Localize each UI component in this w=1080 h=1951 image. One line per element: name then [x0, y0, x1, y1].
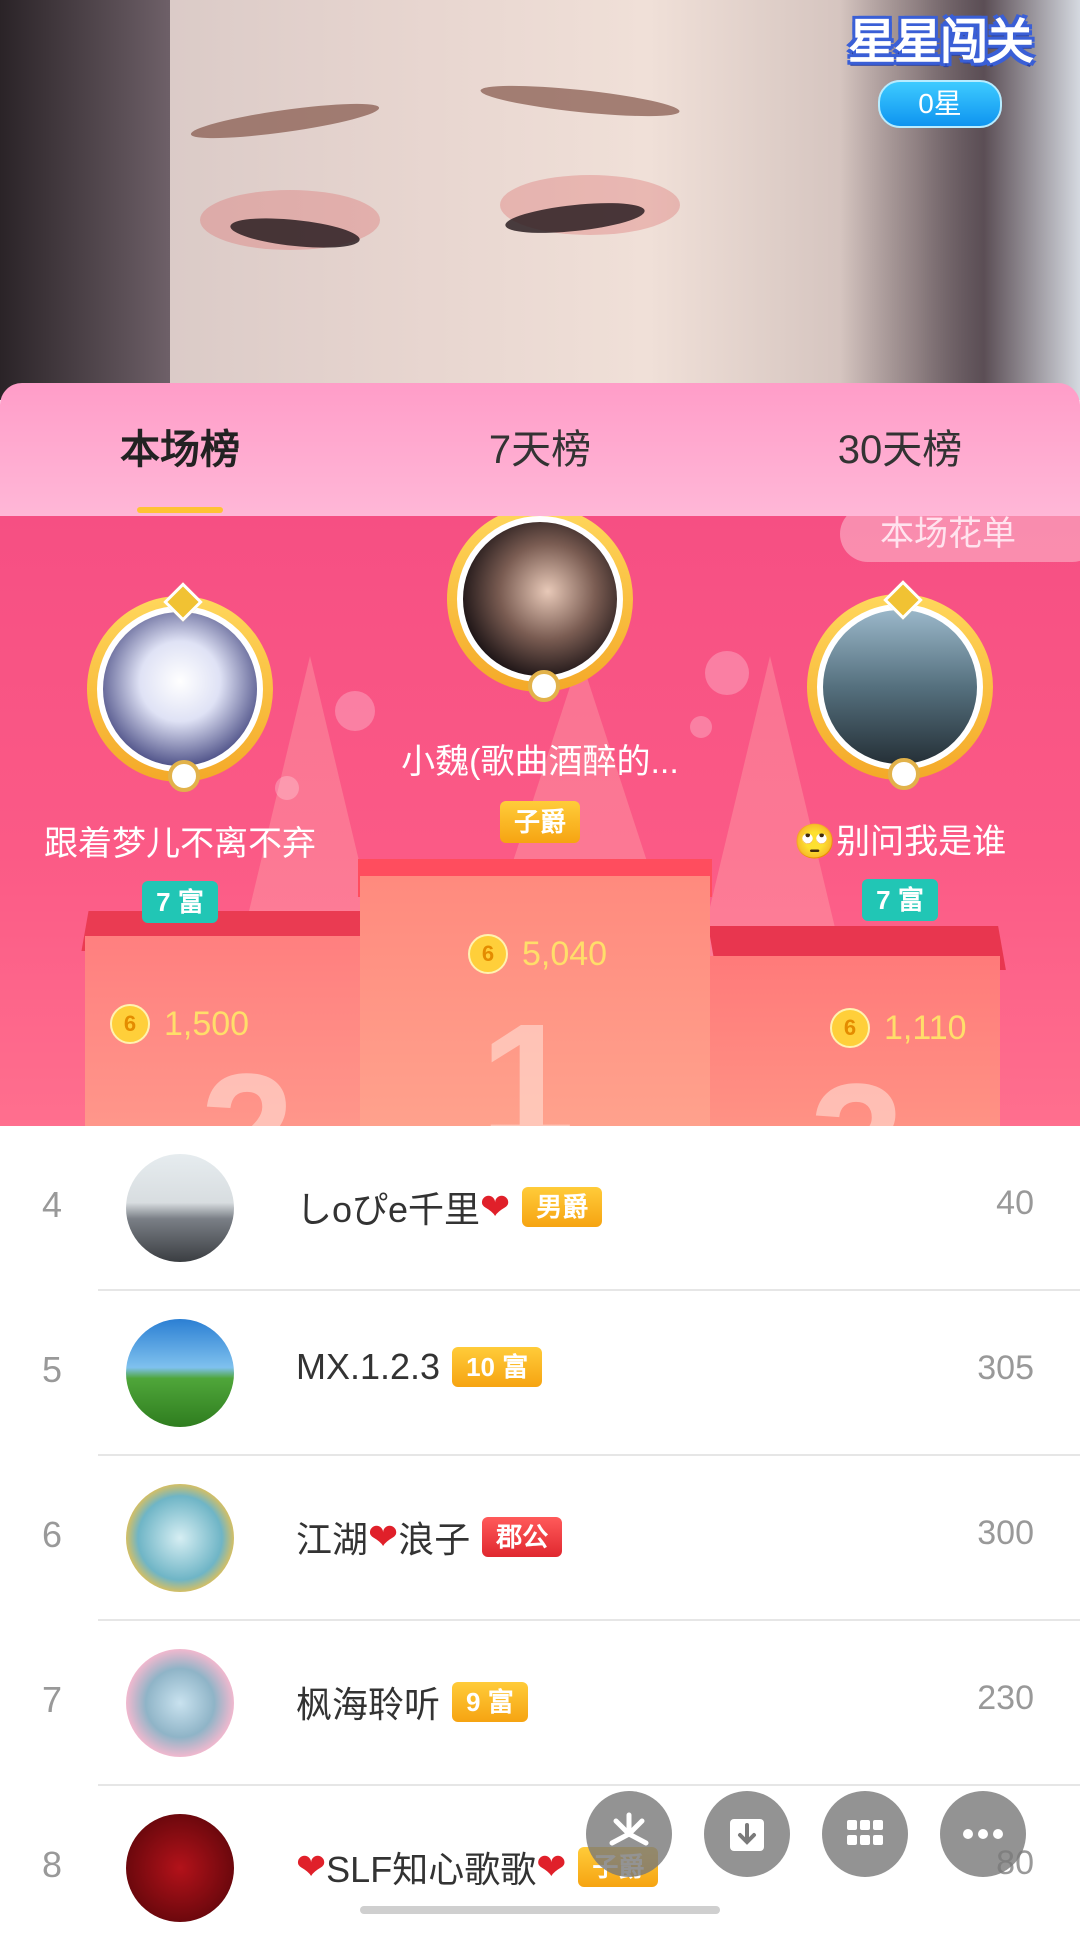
user-name: 江湖 ❤ 浪子 郡公: [296, 1511, 563, 1563]
user-name: MX.1.2.3 10 富: [296, 1346, 543, 1388]
podium-number-1: 1: [480, 989, 575, 1126]
live-video: 星星闯关 0星: [0, 0, 1080, 400]
more-icon: [963, 1829, 1003, 1839]
coin-amount: 5,040: [522, 934, 608, 973]
points: 305: [977, 1349, 1034, 1387]
first-place-user[interactable]: 小魏(歌曲酒醉的... 子爵: [340, 516, 740, 843]
user-name-text: しoぴe千里: [296, 1189, 481, 1230]
share-pinwheel-icon: [609, 1812, 649, 1846]
download-icon: [730, 1819, 764, 1851]
podium-number-3: 3: [810, 1046, 905, 1126]
list-item[interactable]: 6 江湖 ❤ 浪子 郡公 300: [0, 1456, 1080, 1621]
avatar[interactable]: [126, 1649, 234, 1757]
avatar[interactable]: [126, 1319, 234, 1427]
apps-button[interactable]: [822, 1791, 908, 1877]
download-button[interactable]: [704, 1791, 790, 1877]
heart-icon: ❤: [536, 1846, 567, 1887]
second-place-avatar[interactable]: [87, 582, 273, 792]
rank-badge: 郡公: [482, 1517, 563, 1557]
heart-icon: ❤: [480, 1186, 511, 1227]
coin-icon: 6: [830, 1008, 870, 1048]
ring-dot: [168, 760, 200, 792]
ring-dot: [528, 670, 560, 702]
first-place-name: 小魏(歌曲酒醉的...: [401, 743, 679, 781]
second-place-user[interactable]: 跟着梦儿不离不弃 7 富: [20, 582, 340, 923]
third-place-wealth-badge: 7 富: [862, 879, 938, 921]
podium-section: 本场花单 1 2 3 6 5,040 6 1,500 6 1,110 小魏(歌曲…: [0, 516, 1080, 1126]
avatar[interactable]: [126, 1814, 234, 1922]
user-name-text: SLF知心歌歌: [326, 1849, 537, 1890]
wealth-badge: 10 富: [452, 1347, 543, 1387]
third-place-coins: 6 1,110: [830, 1008, 967, 1048]
ranking-list: 4 しoぴe千里 ❤ 男爵 40 5 MX.1.2.3 10 富 305 6 江…: [0, 1126, 1080, 1922]
rank-number: 8: [42, 1844, 63, 1885]
list-item[interactable]: 4 しoぴe千里 ❤ 男爵 40: [0, 1126, 1080, 1291]
user-name-text: MX.1.2.3: [296, 1346, 441, 1387]
second-place-name: 跟着梦儿不离不弃: [44, 825, 316, 863]
ranking-tabs: 本场榜 7天榜 30天榜: [0, 383, 1080, 516]
wealth-badge: 9 富: [452, 1682, 528, 1722]
list-item[interactable]: 7 枫海聆听 9 富 230: [0, 1621, 1080, 1786]
active-tab-indicator: [137, 506, 223, 513]
heart-icon: ❤: [368, 1516, 399, 1557]
avatar[interactable]: [126, 1154, 234, 1262]
user-name: 枫海聆听 9 富: [296, 1676, 528, 1728]
video-hair-left: [0, 0, 170, 400]
ring-dot: [888, 758, 920, 790]
tab-30-days[interactable]: 30天榜: [720, 417, 1080, 483]
points: 40: [996, 1184, 1034, 1222]
avatar-image: [97, 606, 263, 772]
first-place-coins: 6 5,040: [468, 934, 607, 974]
tab-7-days[interactable]: 7天榜: [360, 417, 720, 483]
coin-amount: 1,500: [164, 1004, 250, 1043]
rank-number: 7: [42, 1679, 63, 1720]
rank-number: 4: [42, 1184, 63, 1225]
second-place-wealth-badge: 7 富: [142, 881, 218, 923]
third-place-user[interactable]: 🙄别问我是谁 7 富: [740, 580, 1060, 921]
third-place-avatar[interactable]: [807, 580, 993, 790]
points: 300: [977, 1514, 1034, 1552]
first-place-avatar[interactable]: [447, 516, 633, 702]
grid-icon: [847, 1820, 883, 1845]
avatar-image: [817, 604, 983, 770]
coin-icon: 6: [110, 1004, 150, 1044]
rank-number: 6: [42, 1514, 63, 1555]
user-name-text: 枫海聆听: [296, 1684, 441, 1725]
coin-icon: 6: [468, 934, 508, 974]
star-challenge-badge[interactable]: 星星闯关 0星: [847, 2, 1034, 128]
list-item[interactable]: 8 ❤ SLF知心歌歌 ❤ 子爵 80: [0, 1786, 1080, 1951]
tab-label: 本场榜: [120, 427, 240, 472]
second-place-coins: 6 1,500: [110, 1004, 249, 1044]
user-name-text: 浪子: [398, 1519, 471, 1560]
user-name: しoぴe千里 ❤ 男爵: [296, 1181, 603, 1233]
star-challenge-title: 星星闯关: [847, 16, 1034, 69]
session-flower-tag[interactable]: 本场花单: [840, 516, 1080, 562]
share-button[interactable]: [586, 1791, 672, 1877]
avatar-image: [457, 516, 623, 682]
podium-number-2: 2: [200, 1036, 295, 1126]
tab-label: 30天榜: [837, 427, 963, 472]
video-brow-right: [479, 79, 681, 123]
avatar[interactable]: [126, 1484, 234, 1592]
rank-number: 5: [42, 1349, 63, 1390]
star-count: 0星: [877, 80, 1002, 128]
home-indicator[interactable]: [360, 1906, 720, 1914]
third-place-name: 🙄别问我是谁: [793, 823, 1007, 861]
user-name-text: 江湖: [296, 1519, 369, 1560]
more-button[interactable]: [940, 1791, 1026, 1877]
heart-icon: ❤: [296, 1846, 327, 1887]
points: 230: [977, 1679, 1034, 1717]
video-brow-left: [189, 96, 381, 146]
coin-amount: 1,110: [884, 1008, 967, 1047]
first-place-rank-badge: 子爵: [499, 801, 580, 843]
list-item[interactable]: 5 MX.1.2.3 10 富 305: [0, 1291, 1080, 1456]
tab-label: 7天榜: [488, 427, 592, 472]
rank-badge: 男爵: [522, 1187, 603, 1227]
tab-this-session[interactable]: 本场榜: [0, 417, 360, 513]
